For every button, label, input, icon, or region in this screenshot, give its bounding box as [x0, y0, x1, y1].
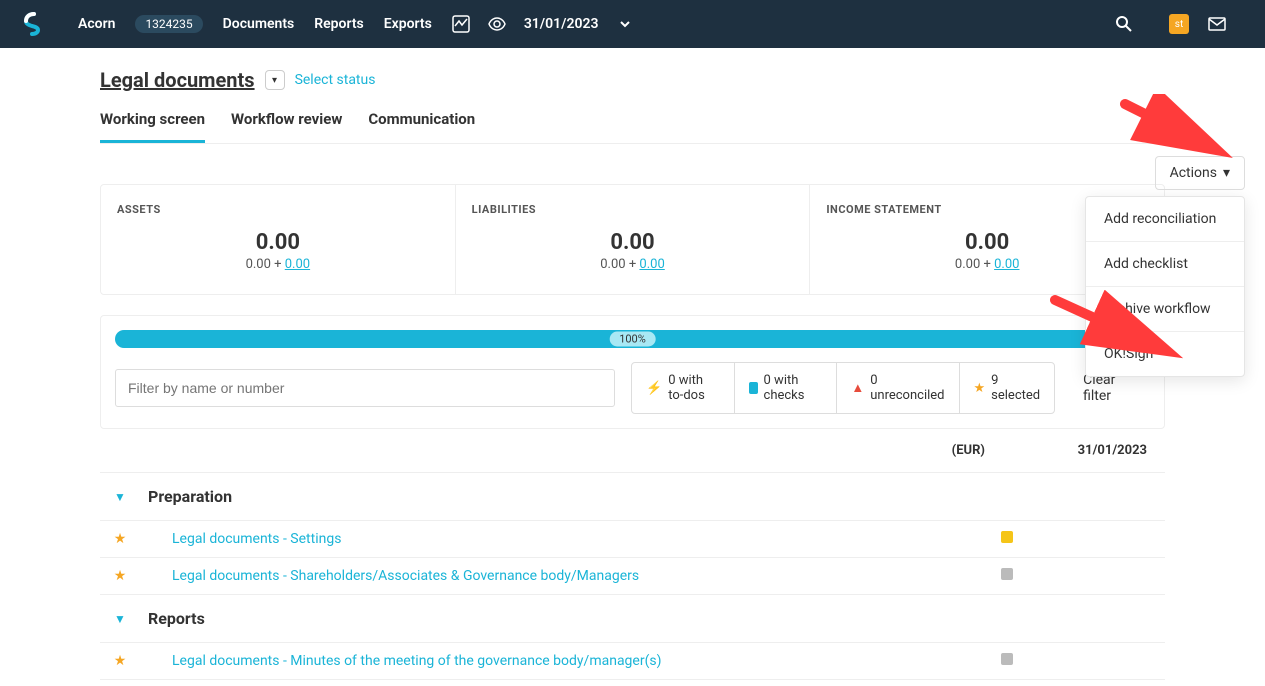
toggle-checks-label: 0 with checks [764, 373, 823, 403]
toggle-unreconciled-label: 0 unreconciled [870, 373, 944, 403]
nav-documents[interactable]: Documents [223, 16, 295, 32]
card-liabilities-label: LIABILITIES [472, 203, 794, 216]
card-assets-value: 0.00 [117, 230, 439, 255]
table-row: ★ Legal documents - Minutes of the meeti… [100, 643, 1165, 680]
tab-working-screen[interactable]: Working screen [100, 110, 205, 143]
summary-cards: ASSETS 0.00 0.00 + 0.00 LIABILITIES 0.00… [100, 184, 1165, 295]
star-yellow-icon: ★ [974, 381, 986, 396]
toggle-todos-label: 0 with to-dos [668, 373, 719, 403]
card-assets-sub-a: 0.00 [246, 257, 271, 272]
user-avatar[interactable]: st [1169, 14, 1189, 34]
nav-exports[interactable]: Exports [384, 16, 432, 32]
nav-reports[interactable]: Reports [314, 16, 364, 32]
menu-oksign[interactable]: OK!Sign [1086, 332, 1244, 376]
chevron-down-icon[interactable] [618, 17, 632, 31]
section-reports: ▼ Reports [100, 595, 1165, 643]
row-status[interactable] [985, 568, 1165, 584]
chevron-down-icon[interactable]: ▼ [100, 612, 140, 626]
square-blue-icon [749, 382, 758, 394]
table-row: ★ Legal documents - Settings [100, 521, 1165, 558]
filter-input[interactable] [115, 369, 615, 407]
section-preparation-title: Preparation [140, 487, 232, 506]
col-currency: (EUR) [865, 443, 985, 458]
app-logo[interactable] [20, 10, 48, 38]
actions-dropdown: Add reconciliation Add checklist Archive… [1085, 196, 1245, 377]
row-link-shareholders[interactable]: Legal documents - Shareholders/Associate… [140, 568, 639, 584]
filter-toggles: ⚡ 0 with to-dos 0 with checks ▲ 0 unreconc… [631, 362, 1055, 414]
actions-button[interactable]: Actions ▾ [1155, 156, 1245, 190]
card-liabilities-sub-a: 0.00 [600, 257, 625, 272]
card-liabilities: LIABILITIES 0.00 0.00 + 0.00 [456, 185, 811, 294]
section-reports-title: Reports [140, 609, 205, 628]
card-assets-sub-link[interactable]: 0.00 [285, 257, 310, 272]
card-liabilities-value: 0.00 [472, 230, 794, 255]
row-status[interactable] [985, 653, 1165, 669]
tab-bar: Working screen Workflow review Communica… [100, 110, 1165, 144]
title-dropdown-button[interactable]: ▾ [265, 70, 285, 90]
toggle-todos[interactable]: ⚡ 0 with to-dos [632, 363, 735, 413]
card-assets-label: ASSETS [117, 203, 439, 216]
section-preparation: ▼ Preparation [100, 473, 1165, 521]
progress-panel: 100% ⚡ 0 with to-dos 0 with checks ▲ 0 unr… [100, 315, 1165, 429]
nav-id-badge[interactable]: 1324235 [135, 15, 202, 33]
toggle-checks[interactable]: 0 with checks [735, 363, 838, 413]
star-icon[interactable]: ★ [100, 568, 140, 584]
nav-date[interactable]: 31/01/2023 [524, 16, 599, 32]
table-header: (EUR) 31/01/2023 [100, 429, 1165, 473]
menu-archive-workflow[interactable]: Archive workflow [1086, 287, 1244, 331]
chart-icon[interactable] [452, 15, 470, 33]
mail-icon[interactable] [1207, 14, 1227, 34]
table-row: ★ Legal documents - Shareholders/Associa… [100, 558, 1165, 595]
eye-icon[interactable] [488, 15, 506, 33]
col-date: 31/01/2023 [985, 443, 1165, 458]
star-icon[interactable]: ★ [100, 531, 140, 547]
row-link-minutes[interactable]: Legal documents - Minutes of the meeting… [140, 653, 661, 669]
card-income-sub-a: 0.00 [955, 257, 980, 272]
progress-bar: 100% [115, 330, 1150, 348]
row-status[interactable] [985, 531, 1165, 547]
card-liabilities-sub-link[interactable]: 0.00 [639, 257, 664, 272]
select-status-link[interactable]: Select status [295, 72, 376, 88]
actions-label: Actions [1170, 165, 1217, 181]
toggle-selected[interactable]: ★ 9 selected [960, 363, 1055, 413]
chevron-down-icon[interactable]: ▼ [100, 490, 140, 504]
row-link-settings[interactable]: Legal documents - Settings [140, 531, 341, 547]
menu-add-checklist[interactable]: Add checklist [1086, 242, 1244, 286]
card-income-sub-link[interactable]: 0.00 [994, 257, 1019, 272]
caret-down-icon: ▾ [1223, 165, 1230, 181]
page-content: Legal documents ▾ Select status Working … [0, 48, 1265, 680]
tab-communication[interactable]: Communication [368, 110, 475, 143]
square-grey-icon [1001, 653, 1013, 665]
menu-add-reconciliation[interactable]: Add reconciliation [1086, 197, 1244, 241]
toggle-selected-label: 9 selected [991, 373, 1040, 403]
search-icon[interactable] [1115, 15, 1133, 33]
square-grey-icon [1001, 568, 1013, 580]
star-icon[interactable]: ★ [100, 653, 140, 669]
progress-percent: 100% [609, 332, 656, 347]
tab-workflow-review[interactable]: Workflow review [231, 110, 342, 143]
bolt-icon: ⚡ [646, 381, 662, 396]
square-yellow-icon [1001, 531, 1013, 543]
page-title[interactable]: Legal documents [100, 68, 255, 92]
card-assets: ASSETS 0.00 0.00 + 0.00 [101, 185, 456, 294]
top-navbar: Acorn 1324235 Documents Reports Exports … [0, 0, 1265, 48]
triangle-red-icon: ▲ [851, 380, 864, 396]
nav-company[interactable]: Acorn [78, 16, 115, 32]
toggle-unreconciled[interactable]: ▲ 0 unreconciled [837, 363, 959, 413]
